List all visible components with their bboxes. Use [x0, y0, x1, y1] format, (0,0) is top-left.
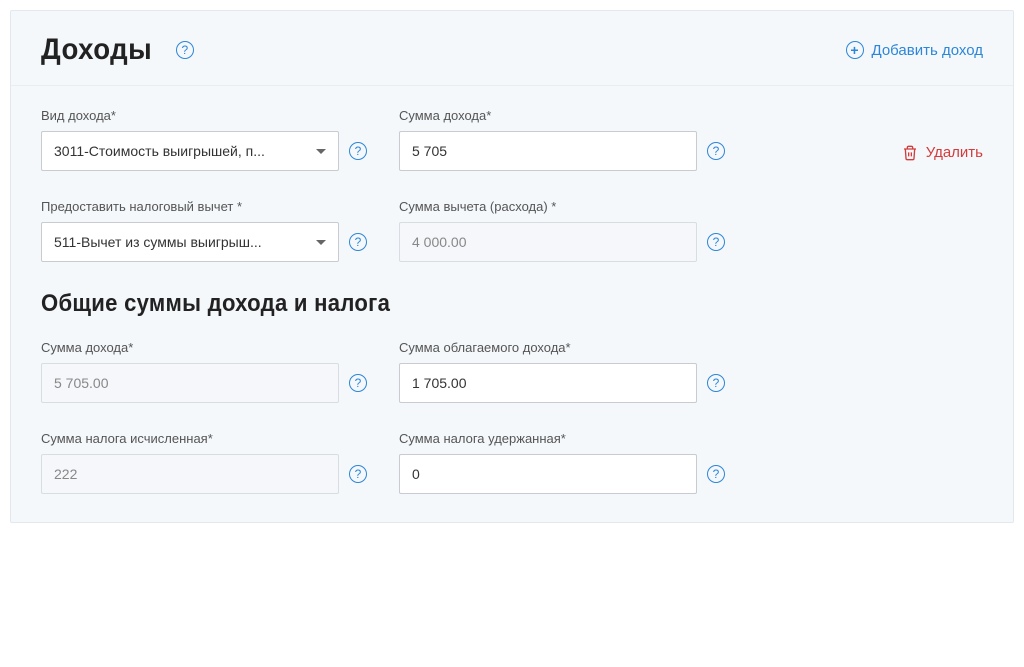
tax-calc-wrap: ? [41, 454, 381, 494]
chevron-down-icon [316, 149, 326, 154]
tax-withheld-input-box [399, 454, 697, 494]
deduction-amount-label: Сумма вычета (расхода) * [399, 199, 725, 214]
deduction-type-value: 511-Вычет из суммы выигрыш... [54, 234, 262, 250]
help-icon[interactable]: ? [349, 465, 367, 483]
deduction-amount-group: Сумма вычета (расхода) * ? [399, 199, 725, 262]
total-income-input-box [41, 363, 339, 403]
income-amount-input-box [399, 131, 697, 171]
total-income-input [54, 375, 326, 391]
income-type-select[interactable]: 3011-Стоимость выигрышей, п... [41, 131, 339, 171]
help-icon[interactable]: ? [707, 233, 725, 251]
tax-calc-label: Сумма налога исчисленная* [41, 431, 381, 446]
panel-body: Вид дохода* 3011-Стоимость выигрышей, п.… [11, 86, 1013, 522]
tax-calc-group: Сумма налога исчисленная* ? [41, 431, 381, 494]
income-row-2: Предоставить налоговый вычет * 511-Вычет… [41, 199, 983, 262]
help-icon[interactable]: ? [176, 41, 194, 59]
totals-row-2: Сумма налога исчисленная* ? Сумма налога… [41, 431, 983, 494]
help-icon[interactable]: ? [707, 142, 725, 160]
tax-withheld-label: Сумма налога удержанная* [399, 431, 725, 446]
income-type-wrap: 3011-Стоимость выигрышей, п... ? [41, 131, 381, 171]
taxable-income-label: Сумма облагаемого дохода* [399, 340, 725, 355]
tax-calc-input [54, 466, 326, 482]
total-income-wrap: ? [41, 363, 381, 403]
chevron-down-icon [316, 240, 326, 245]
income-type-label: Вид дохода* [41, 108, 381, 123]
trash-icon [902, 145, 918, 161]
income-amount-input[interactable] [412, 143, 684, 159]
deduction-amount-input-box [399, 222, 697, 262]
income-type-value: 3011-Стоимость выигрышей, п... [54, 143, 265, 159]
deduction-amount-wrap: ? [399, 222, 725, 262]
income-amount-group: Сумма дохода* ? [399, 108, 725, 171]
taxable-income-input[interactable] [412, 375, 684, 391]
taxable-income-group: Сумма облагаемого дохода* ? [399, 340, 725, 403]
delete-label: Удалить [926, 144, 983, 161]
tax-withheld-wrap: ? [399, 454, 725, 494]
totals-row-1: Сумма дохода* ? Сумма облагаемого дохода… [41, 340, 983, 403]
income-type-group: Вид дохода* 3011-Стоимость выигрышей, п.… [41, 108, 381, 171]
deduction-type-label: Предоставить налоговый вычет * [41, 199, 381, 214]
income-amount-wrap: ? [399, 131, 725, 171]
total-income-group: Сумма дохода* ? [41, 340, 381, 403]
help-icon[interactable]: ? [349, 233, 367, 251]
taxable-income-wrap: ? [399, 363, 725, 403]
deduction-type-select[interactable]: 511-Вычет из суммы выигрыш... [41, 222, 339, 262]
page-title: Доходы [41, 33, 152, 67]
add-income-label: Добавить доход [872, 42, 983, 59]
help-icon[interactable]: ? [349, 374, 367, 392]
panel-header: Доходы ? + Добавить доход [11, 11, 1013, 86]
delete-income-button[interactable]: Удалить [902, 144, 983, 161]
total-income-label: Сумма дохода* [41, 340, 381, 355]
income-panel: Доходы ? + Добавить доход Вид дохода* 30… [10, 10, 1014, 523]
deduction-type-group: Предоставить налоговый вычет * 511-Вычет… [41, 199, 381, 262]
tax-calc-input-box [41, 454, 339, 494]
totals-section-title: Общие суммы дохода и налога [41, 290, 908, 318]
deduction-amount-input [412, 234, 684, 250]
help-icon[interactable]: ? [707, 374, 725, 392]
deduction-type-wrap: 511-Вычет из суммы выигрыш... ? [41, 222, 381, 262]
add-income-button[interactable]: + Добавить доход [846, 41, 983, 59]
plus-icon: + [846, 41, 864, 59]
help-icon[interactable]: ? [707, 465, 725, 483]
income-amount-label: Сумма дохода* [399, 108, 725, 123]
panel-title-wrap: Доходы ? [41, 33, 194, 67]
tax-withheld-group: Сумма налога удержанная* ? [399, 431, 725, 494]
income-row-1: Вид дохода* 3011-Стоимость выигрышей, п.… [41, 108, 983, 171]
help-icon[interactable]: ? [349, 142, 367, 160]
tax-withheld-input[interactable] [412, 466, 684, 482]
taxable-income-input-box [399, 363, 697, 403]
